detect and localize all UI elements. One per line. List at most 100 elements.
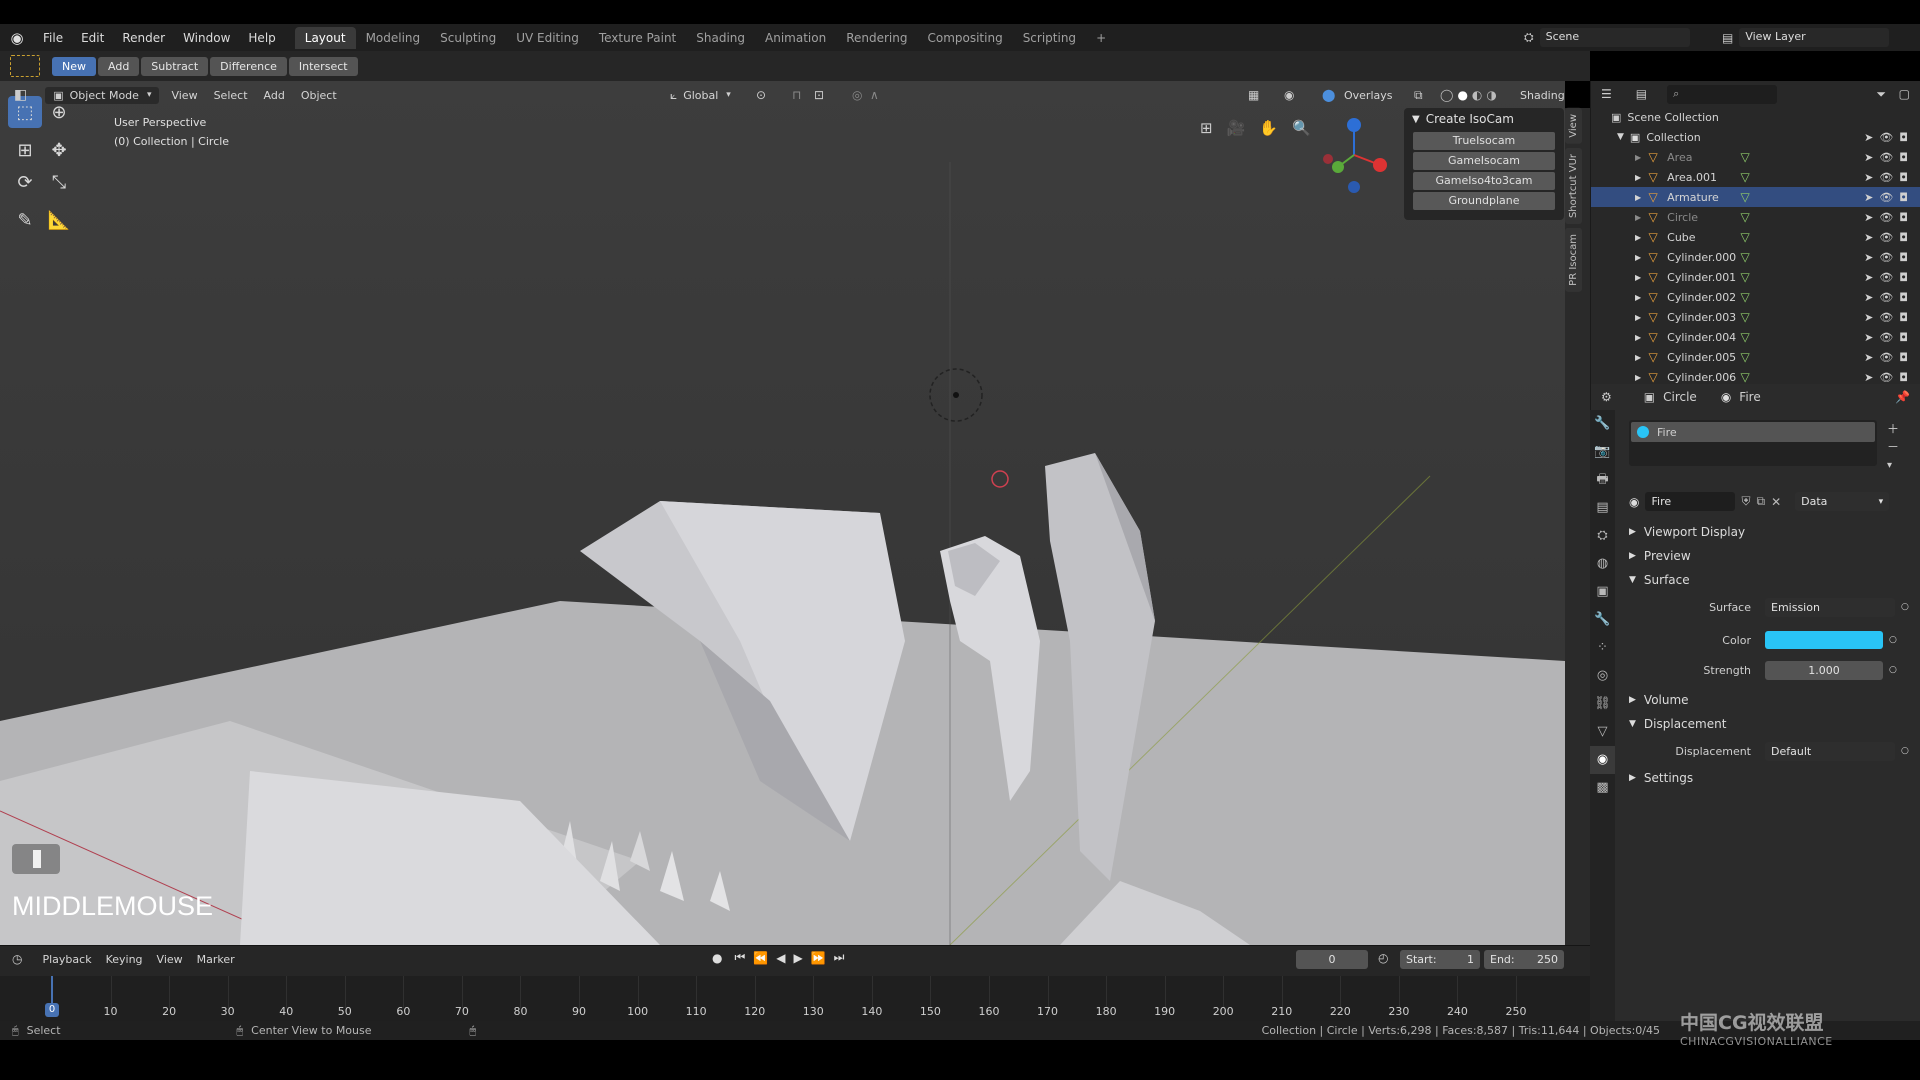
boolean-add-button[interactable]: Add xyxy=(98,56,140,76)
expand-icon[interactable]: ▶ xyxy=(1635,173,1641,182)
expand-icon[interactable]: ▶ xyxy=(1635,333,1641,342)
menu-file[interactable]: File xyxy=(43,31,63,45)
start-frame-field[interactable]: Start: 1 xyxy=(1400,950,1480,969)
menu-view[interactable]: View xyxy=(171,89,197,102)
menu-timeline-view[interactable]: View xyxy=(157,953,183,966)
sidebar-tab-prisocam[interactable]: PR Isocam xyxy=(1565,227,1582,292)
rendered-shading-icon[interactable]: ◑ xyxy=(1486,88,1496,102)
material-slot-row[interactable]: Fire xyxy=(1631,422,1875,442)
outliner-item[interactable]: ▶ ▽ Cylinder.002 ▽ ➤👁◘ xyxy=(1591,287,1920,307)
visibility-toggles[interactable]: ➤👁◘ xyxy=(1864,191,1914,204)
view-layer-field[interactable]: View Layer xyxy=(1739,28,1890,47)
overlays-button[interactable]: Overlays xyxy=(1344,89,1393,102)
slot-remove-icon[interactable]: － xyxy=(1887,438,1899,455)
falloff-icon[interactable]: ∧ xyxy=(870,88,879,102)
outliner-item[interactable]: ▶ ▽ Cylinder.000 ▽ ➤👁◘ xyxy=(1591,247,1920,267)
new-collection-icon[interactable]: ▢ xyxy=(1899,87,1910,101)
menu-help[interactable]: Help xyxy=(248,31,275,45)
tab-modeling[interactable]: Modeling xyxy=(356,27,431,49)
panel-volume[interactable]: ▶ Volume xyxy=(1629,688,1909,712)
outliner-item[interactable]: ▶ ▽ Cube ▽ ➤👁◘ xyxy=(1591,227,1920,247)
surface-shader-field[interactable]: Emission xyxy=(1765,597,1895,617)
current-frame-field[interactable]: 0 xyxy=(1296,950,1368,969)
blender-logo-icon[interactable]: ◉ xyxy=(0,29,34,47)
unlink-material-icon[interactable]: ✕ xyxy=(1771,495,1781,509)
tab-sculpting[interactable]: Sculpting xyxy=(430,27,506,49)
move-tool-icon[interactable]: ✥ xyxy=(42,134,76,166)
measure-tool-icon[interactable]: 📐 xyxy=(42,204,76,236)
texture-tab-icon[interactable]: ▩ xyxy=(1590,774,1615,802)
expand-icon[interactable]: ▶ xyxy=(1635,313,1641,322)
snap-target-icon[interactable]: ⊡ xyxy=(814,88,824,102)
visibility-toggles[interactable]: ➤👁◘ xyxy=(1864,291,1914,304)
menu-edit[interactable]: Edit xyxy=(81,31,104,45)
add-workspace-button[interactable]: + xyxy=(1086,27,1116,49)
modifier-tab-icon[interactable]: 🔧 xyxy=(1590,606,1615,634)
menu-render[interactable]: Render xyxy=(122,31,165,45)
expand-icon[interactable]: ▶ xyxy=(1635,213,1641,222)
editor-type-icon[interactable]: ◧ xyxy=(14,87,27,103)
outliner-item[interactable]: ▶ ▽ Cylinder.003 ▽ ➤👁◘ xyxy=(1591,307,1920,327)
pin-icon[interactable]: 📌 xyxy=(1895,390,1910,404)
transform-orientation[interactable]: ⟀ Global ▾ xyxy=(670,88,731,103)
visibility-toggles[interactable]: ➤👁◘ xyxy=(1864,371,1914,384)
fake-user-icon[interactable]: ⛨ xyxy=(1741,494,1750,509)
view-layer-tab-icon[interactable]: ▤ xyxy=(1590,494,1615,522)
boolean-new-button[interactable]: New xyxy=(52,56,96,76)
expand-icon[interactable]: ▶ xyxy=(1635,373,1641,382)
visibility-toggles[interactable]: ➤👁◘ xyxy=(1864,231,1914,244)
tab-animation[interactable]: Animation xyxy=(755,27,836,49)
visibility-toggles[interactable]: ➤👁◘ xyxy=(1864,351,1914,364)
rotate-tool-icon[interactable]: ⟳ xyxy=(8,166,42,198)
gameisocam-button[interactable]: GameIsocam xyxy=(1413,152,1555,170)
transform-tool-icon[interactable]: ⊞ xyxy=(8,134,42,166)
boolean-difference-button[interactable]: Difference xyxy=(210,56,287,76)
menu-keying[interactable]: Keying xyxy=(106,953,143,966)
visibility-toggles[interactable]: ➤👁◘ xyxy=(1864,331,1914,344)
tool-tab-icon[interactable]: 🔧 xyxy=(1590,410,1615,438)
annotate-tool-icon[interactable]: ✎ xyxy=(8,204,42,236)
expand-icon[interactable]: ▶ xyxy=(1635,253,1641,262)
sidebar-tab-shortcut[interactable]: Shortcut VUr xyxy=(1565,147,1582,224)
prev-keyframe-icon[interactable]: ⏪ xyxy=(753,951,768,965)
sidebar-tab-view[interactable]: View xyxy=(1565,108,1582,144)
strength-field[interactable]: 1.000 xyxy=(1765,660,1883,680)
visibility-toggles[interactable]: ➤👁◘ xyxy=(1864,211,1914,224)
scale-tool-icon[interactable]: ⤡ xyxy=(42,166,76,198)
mode-selector[interactable]: ▣ Object Mode ▾ xyxy=(45,86,160,104)
gameiso4to3cam-button[interactable]: GameIso4to3cam xyxy=(1413,172,1555,190)
menu-playback[interactable]: Playback xyxy=(42,953,91,966)
tab-layout[interactable]: Layout xyxy=(294,26,356,49)
view-object-types-icon[interactable]: ▦ xyxy=(1248,88,1259,102)
tab-scripting[interactable]: Scripting xyxy=(1013,27,1086,49)
outliner-item[interactable]: ▶ ▽ Cylinder.005 ▽ ➤👁◘ xyxy=(1591,347,1920,367)
duplicate-material-icon[interactable]: ⧉ xyxy=(1757,494,1766,509)
play-icon[interactable]: ▶ xyxy=(793,951,802,965)
particles-tab-icon[interactable]: ⁘ xyxy=(1590,634,1615,662)
jump-start-icon[interactable]: ⏮ xyxy=(734,950,745,965)
tab-rendering[interactable]: Rendering xyxy=(836,27,917,49)
pan-hand-icon[interactable]: ✋ xyxy=(1259,119,1278,137)
scene-field[interactable]: Scene xyxy=(1539,28,1690,47)
filter-icon[interactable]: ⏷ xyxy=(1876,87,1886,102)
physics-tab-icon[interactable]: ◎ xyxy=(1590,662,1615,690)
pivot-icon[interactable]: ⊙ xyxy=(756,88,766,102)
scene-icon[interactable]: ⛭ xyxy=(1524,30,1534,45)
proportional-edit-icon[interactable]: ◎ xyxy=(852,88,862,102)
visibility-icon[interactable]: ◉ xyxy=(1284,88,1294,102)
boolean-intersect-button[interactable]: Intersect xyxy=(288,56,358,76)
wireframe-shading-icon[interactable]: ◯ xyxy=(1440,88,1453,102)
next-keyframe-icon[interactable]: ⏩ xyxy=(811,951,826,965)
scene-tab-icon[interactable]: ⛭ xyxy=(1590,522,1615,550)
outliner-search-input[interactable]: ⌕ xyxy=(1667,84,1778,104)
visibility-toggles[interactable]: ➤👁◘ xyxy=(1864,151,1914,164)
object-tab-icon[interactable]: ▣ xyxy=(1590,578,1615,606)
overlays-icon[interactable]: ⬤ xyxy=(1322,88,1335,102)
world-tab-icon[interactable]: ◍ xyxy=(1590,550,1615,578)
material-tab-icon[interactable]: ◉ xyxy=(1590,746,1615,774)
expand-icon[interactable]: ▶ xyxy=(1635,193,1641,202)
expand-icon[interactable]: ▶ xyxy=(1635,153,1641,162)
constraints-tab-icon[interactable]: ⛓ xyxy=(1590,690,1615,718)
tab-texture-paint[interactable]: Texture Paint xyxy=(589,27,686,49)
camera-view-icon[interactable]: 🎥 xyxy=(1227,119,1246,137)
